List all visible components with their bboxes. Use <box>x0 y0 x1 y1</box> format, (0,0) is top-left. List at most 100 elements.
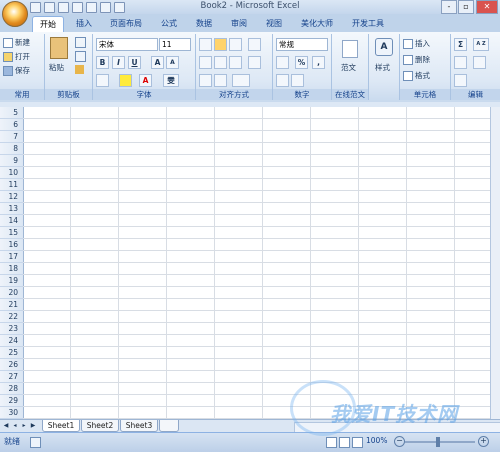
row-header[interactable]: 14 <box>0 215 23 227</box>
row-header[interactable]: 7 <box>0 131 23 143</box>
increase-indent-icon[interactable] <box>214 74 227 87</box>
shrink-font-button[interactable]: A <box>166 56 179 69</box>
styles-button[interactable]: 样式 <box>375 62 390 73</box>
grow-font-button[interactable]: A <box>151 56 164 69</box>
format-painter-icon[interactable] <box>75 65 84 74</box>
autosum-button[interactable]: Σ <box>454 38 467 51</box>
borders-icon[interactable] <box>96 74 109 87</box>
delete-cells-button[interactable]: 删除 <box>403 54 430 65</box>
row-header[interactable]: 11 <box>0 179 23 191</box>
tab-data[interactable]: 数据 <box>190 16 218 31</box>
minimize-button[interactable]: - <box>441 0 457 14</box>
wrap-text-icon[interactable] <box>248 38 261 51</box>
row-header[interactable]: 16 <box>0 239 23 251</box>
row-header[interactable]: 28 <box>0 383 23 395</box>
save-button[interactable]: 保存 <box>3 65 30 76</box>
normal-view-icon[interactable] <box>326 437 337 448</box>
copy-icon[interactable] <box>75 51 86 62</box>
italic-button[interactable]: I <box>112 56 125 69</box>
align-left-icon[interactable] <box>199 56 212 69</box>
currency-icon[interactable] <box>276 56 289 69</box>
cell-area[interactable] <box>23 107 490 419</box>
tab-formulas[interactable]: 公式 <box>155 16 183 31</box>
sheet-tab-1[interactable]: Sheet1 <box>42 420 80 432</box>
find-icon[interactable] <box>473 56 486 69</box>
zoom-level[interactable]: 100% <box>366 436 387 445</box>
row-header[interactable]: 15 <box>0 227 23 239</box>
row-header[interactable]: 20 <box>0 287 23 299</box>
save-qat-icon[interactable] <box>30 2 41 13</box>
template-button[interactable]: 范文 <box>341 62 356 73</box>
align-top-icon[interactable] <box>199 38 212 51</box>
redo-qat-icon[interactable] <box>58 2 69 13</box>
sheet-tab-3[interactable]: Sheet3 <box>120 420 158 432</box>
zoom-slider-thumb[interactable] <box>436 437 440 447</box>
tab-home[interactable]: 开始 <box>32 16 64 32</box>
orientation-icon[interactable] <box>232 74 250 87</box>
percent-button[interactable]: % <box>295 56 308 69</box>
row-header[interactable]: 17 <box>0 251 23 263</box>
paste-icon[interactable] <box>50 37 68 59</box>
zoom-in-icon[interactable]: + <box>478 436 489 447</box>
row-header[interactable]: 23 <box>0 323 23 335</box>
font-color-button[interactable]: A <box>139 74 152 87</box>
align-middle-icon[interactable] <box>214 38 227 51</box>
sheet-tab-2[interactable]: Sheet2 <box>81 420 119 432</box>
row-header[interactable]: 12 <box>0 191 23 203</box>
cut-icon[interactable] <box>75 37 86 48</box>
tab-review[interactable]: 审阅 <box>225 16 253 31</box>
tab-view[interactable]: 视图 <box>260 16 288 31</box>
restore-button[interactable]: ▫ <box>458 0 474 14</box>
open-button[interactable]: 打开 <box>3 51 30 62</box>
zoom-slider[interactable] <box>405 441 475 443</box>
row-header[interactable]: 13 <box>0 203 23 215</box>
row-header[interactable]: 5 <box>0 107 23 119</box>
underline-button[interactable]: U <box>128 56 141 69</box>
last-sheet-icon[interactable]: ▶ <box>29 422 37 430</box>
align-right-icon[interactable] <box>229 56 242 69</box>
row-header[interactable]: 8 <box>0 143 23 155</box>
first-sheet-icon[interactable]: ◀ <box>2 422 10 430</box>
font-size-select[interactable]: 11 <box>159 38 191 51</box>
next-sheet-icon[interactable]: ▸ <box>20 422 28 430</box>
office-button[interactable] <box>2 1 28 27</box>
fill-color-icon[interactable] <box>119 74 132 87</box>
bold-button[interactable]: B <box>96 56 109 69</box>
row-header[interactable]: 9 <box>0 155 23 167</box>
new-button[interactable]: 新建 <box>3 37 30 48</box>
decrease-decimal-icon[interactable] <box>291 74 304 87</box>
page-break-view-icon[interactable] <box>352 437 363 448</box>
merge-center-icon[interactable] <box>248 56 261 69</box>
macro-record-icon[interactable] <box>30 437 41 448</box>
row-header[interactable]: 18 <box>0 263 23 275</box>
align-bottom-icon[interactable] <box>229 38 242 51</box>
template-icon[interactable] <box>342 40 358 58</box>
row-header[interactable]: 27 <box>0 371 23 383</box>
number-format-select[interactable]: 常规 <box>276 38 328 51</box>
row-header[interactable]: 25 <box>0 347 23 359</box>
row-header[interactable]: 22 <box>0 311 23 323</box>
zoom-out-icon[interactable]: − <box>394 436 405 447</box>
insert-sheet-icon[interactable] <box>159 420 179 432</box>
paste-button[interactable]: 粘贴 <box>49 62 64 73</box>
insert-cells-button[interactable]: 插入 <box>403 38 430 49</box>
styles-icon[interactable]: A <box>375 38 393 56</box>
comma-button[interactable]: , <box>312 56 325 69</box>
fill-icon[interactable] <box>454 56 467 69</box>
font-name-select[interactable]: 宋体 <box>96 38 158 51</box>
row-header[interactable]: 30 <box>0 407 23 419</box>
new-qat-icon[interactable] <box>72 2 83 13</box>
row-header[interactable]: 21 <box>0 299 23 311</box>
align-center-icon[interactable] <box>214 56 227 69</box>
row-header[interactable]: 10 <box>0 167 23 179</box>
open-qat-icon[interactable] <box>100 2 111 13</box>
tab-page-layout[interactable]: 页面布局 <box>104 16 148 31</box>
row-header[interactable]: 19 <box>0 275 23 287</box>
row-header[interactable]: 6 <box>0 119 23 131</box>
phonetic-button[interactable]: 雯 <box>163 74 179 87</box>
worksheet-grid[interactable]: 5 6 7 8 9 10 11 12 13 14 15 16 17 18 19 20 21 22 23 24 25 26 2… <box>0 107 490 419</box>
customize-qat-icon[interactable] <box>114 2 125 13</box>
sort-filter-button[interactable]: A Z <box>473 38 489 51</box>
prev-sheet-icon[interactable]: ◂ <box>11 422 19 430</box>
decrease-indent-icon[interactable] <box>199 74 212 87</box>
